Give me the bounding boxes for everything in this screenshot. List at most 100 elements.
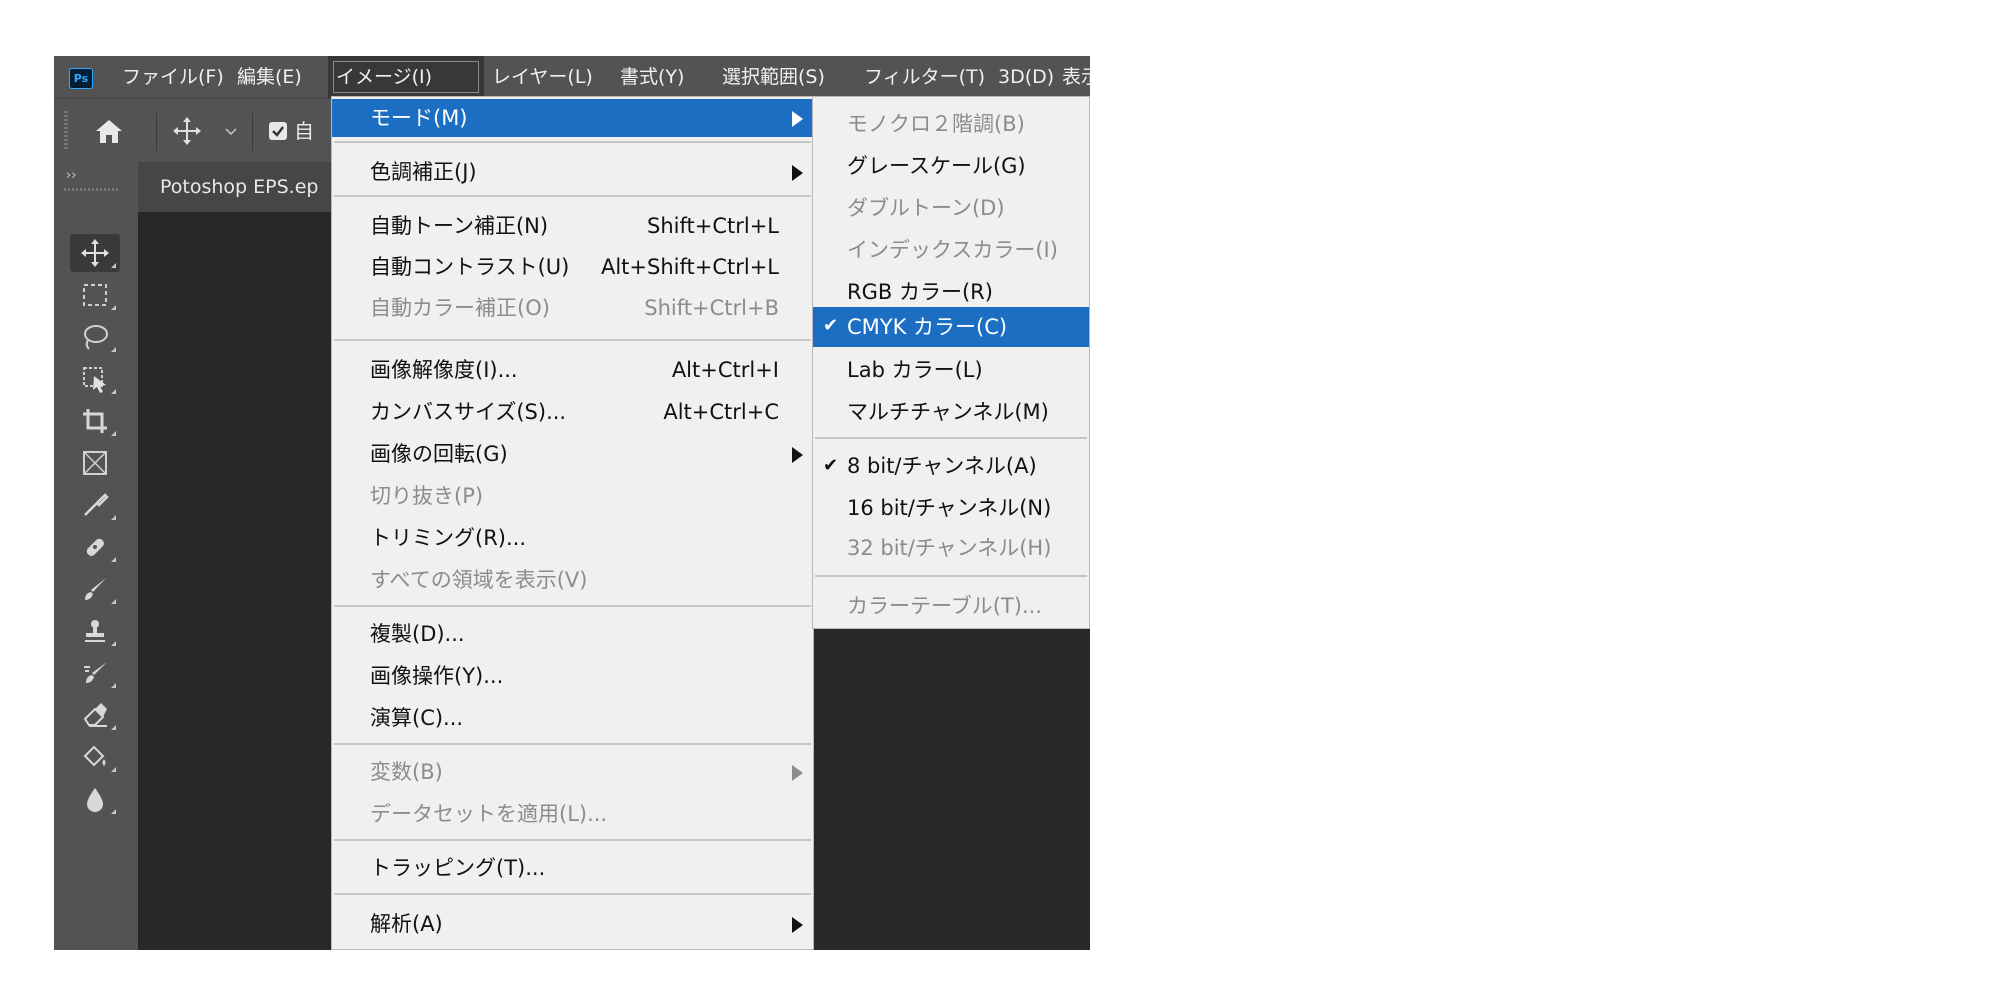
submenu-item-label: マルチチャンネル(M) [847,400,1049,424]
menu-item-calculations[interactable]: 演算(C)... [332,699,813,737]
shortcut-label: Alt+Ctrl+C [663,400,779,424]
submenu-item-cmyk-color[interactable]: ✔ CMYK カラー(C) [813,307,1089,347]
menu-item-label: 複製(D)... [370,622,465,646]
checkmark-icon: ✔ [823,455,839,476]
menu-item-label: 切り抜き(P) [370,484,484,508]
menu-file[interactable]: ファイル(F) [114,56,232,98]
submenu-arrow-icon [792,111,803,127]
submenu-item-label: インデックスカラー(I) [847,238,1058,262]
menu-item-label: データセットを適用(L)... [370,802,608,826]
menu-view[interactable]: 表示 [1054,56,1090,98]
menu-item-label: すべての領域を表示(V) [370,568,588,592]
brush-tool-icon[interactable] [70,570,120,608]
move-tool-icon[interactable] [70,234,120,272]
crop-tool-icon[interactable] [70,402,120,440]
submenu-item-label: 16 bit/チャンネル(N) [847,496,1052,520]
checkbox-icon[interactable] [268,121,288,141]
menu-item-canvas-size[interactable]: カンバスサイズ(S)... Alt+Ctrl+C [332,393,813,431]
menu-filter[interactable]: フィルター(T) [856,56,993,98]
submenu-item-multichannel[interactable]: マルチチャンネル(M) [813,393,1089,431]
paint-bucket-tool-icon[interactable] [70,738,120,776]
menu-separator [815,575,1087,577]
frame-tool-icon[interactable] [70,444,120,482]
submenu-item-indexed-color: インデックスカラー(I) [813,231,1089,269]
auto-select-label: 自 [294,119,314,143]
menu-item-reveal-all: すべての領域を表示(V) [332,561,813,599]
menu-separator [334,839,811,841]
menu-select[interactable]: 選択範囲(S) [714,56,833,98]
shortcut-label: Shift+Ctrl+B [644,296,779,320]
menu-item-trim[interactable]: トリミング(R)... [332,519,813,557]
panel-grip [64,188,120,191]
submenu-arrow-icon [792,165,803,181]
menu-item-label: 自動コントラスト(U) [370,255,570,279]
marquee-tool-icon[interactable] [70,276,120,314]
submenu-item-label: Lab カラー(L) [847,358,983,382]
menu-item-apply-image[interactable]: 画像操作(Y)... [332,657,813,695]
healing-brush-tool-icon[interactable] [70,528,120,566]
collapse-panel-button[interactable]: ›› [66,168,76,183]
menu-layer[interactable]: レイヤー(L) [484,56,601,98]
menu-item-auto-tone[interactable]: 自動トーン補正(N) Shift+Ctrl+L [332,207,813,245]
object-select-tool-icon[interactable] [70,360,120,398]
menu-type[interactable]: 書式(Y) [612,56,692,98]
menu-item-duplicate[interactable]: 複製(D)... [332,615,813,653]
submenu-item-label: カラーテーブル(T)... [847,594,1042,618]
menu-edit[interactable]: 編集(E) [229,56,310,98]
menu-item-label: 画像解像度(I)... [370,358,518,382]
move-icon[interactable] [172,116,202,146]
submenu-item-grayscale[interactable]: グレースケール(G) [813,147,1089,185]
menu-item-label: モード(M) [370,106,468,130]
eyedropper-tool-icon[interactable] [70,486,120,524]
blur-tool-icon[interactable] [70,780,120,818]
menu-item-label: カンバスサイズ(S)... [370,400,567,424]
tools-panel: ›› [54,162,139,950]
submenu-item-bitmap: モノクロ２階調(B) [813,105,1089,143]
menu-item-auto-color: 自動カラー補正(O) Shift+Ctrl+B [332,289,813,327]
submenu-item-label: 32 bit/チャンネル(H) [847,536,1052,560]
menu-item-crop: 切り抜き(P) [332,477,813,515]
submenu-item-16bit[interactable]: 16 bit/チャンネル(N) [813,489,1089,527]
menu-item-adjustments[interactable]: 色調補正(J) [332,153,813,191]
menu-item-mode[interactable]: モード(M) [332,99,813,137]
submenu-item-label: グレースケール(G) [847,154,1026,178]
menu-item-apply-data-set: データセットを適用(L)... [332,795,813,833]
submenu-item-lab-color[interactable]: Lab カラー(L) [813,351,1089,389]
menu-separator [334,195,811,197]
submenu-arrow-icon [792,447,803,463]
menu-item-trap[interactable]: トラッピング(T)... [332,849,813,887]
checkmark-icon: ✔ [823,315,839,336]
lasso-tool-icon[interactable] [70,318,120,356]
menu-item-auto-contrast[interactable]: 自動コントラスト(U) Alt+Shift+Ctrl+L [332,248,813,286]
submenu-item-color-table: カラーテーブル(T)... [813,587,1089,625]
menu-item-analysis[interactable]: 解析(A) [332,905,813,943]
menu-item-image-size[interactable]: 画像解像度(I)... Alt+Ctrl+I [332,351,813,389]
divider [252,113,253,151]
menu-3d[interactable]: 3D(D) [990,56,1062,98]
menu-separator [334,141,811,143]
shortcut-label: Shift+Ctrl+L [647,214,779,238]
home-icon[interactable] [94,117,124,145]
submenu-item-rgb-color[interactable]: RGB カラー(R) [813,273,1089,311]
eraser-tool-icon[interactable] [70,696,120,734]
menu-item-variables: 変数(B) [332,753,813,791]
history-brush-tool-icon[interactable] [70,654,120,692]
options-bar-grip[interactable] [64,111,68,151]
shortcut-label: Alt+Shift+Ctrl+L [600,255,779,279]
submenu-arrow-icon [792,917,803,933]
menu-item-label: トリミング(R)... [370,526,527,550]
menu-item-image-rotation[interactable]: 画像の回転(G) [332,435,813,473]
menu-image[interactable]: イメージ(I) [328,56,484,98]
menu-separator [815,437,1087,439]
menu-item-label: 色調補正(J) [370,160,477,184]
submenu-item-8bit[interactable]: ✔ 8 bit/チャンネル(A) [813,447,1089,485]
menu-item-label: 変数(B) [370,760,443,784]
clone-stamp-tool-icon[interactable] [70,612,120,650]
menu-item-label: 自動カラー補正(O) [370,296,550,320]
menu-item-label: 解析(A) [370,912,443,936]
image-menu: モード(M) 色調補正(J) 自動トーン補正(N) Shift+Ctrl+L 自動… [331,96,814,950]
menu-item-label: 画像操作(Y)... [370,664,504,688]
submenu-item-label: RGB カラー(R) [847,280,993,304]
menu-item-label: 画像の回転(G) [370,442,508,466]
chevron-down-icon[interactable] [224,127,238,137]
